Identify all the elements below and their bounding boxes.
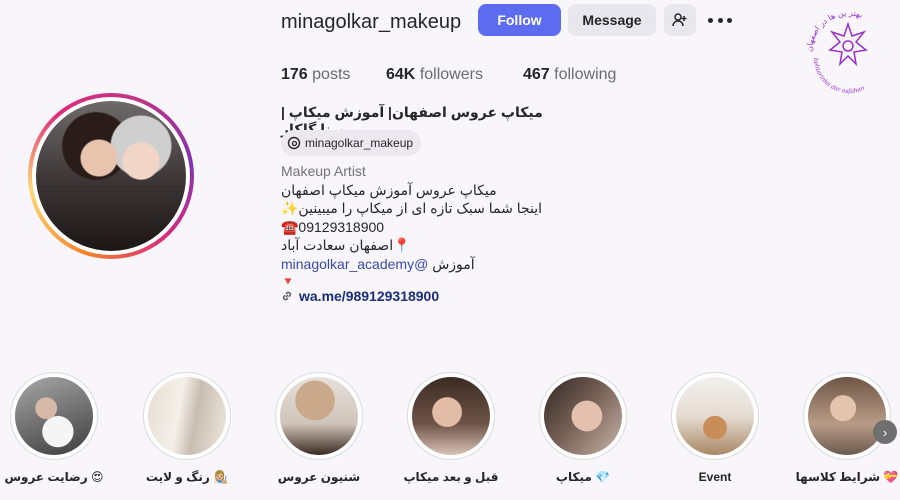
- highlight-cover: [280, 377, 358, 455]
- follow-button[interactable]: Follow: [478, 4, 561, 36]
- threads-handle: minagolkar_makeup: [305, 136, 414, 150]
- bio-line: اینجا شما سبک تازه ای از میکاپ را میبینی…: [281, 200, 543, 216]
- add-user-button[interactable]: [664, 4, 696, 36]
- bio-category: Makeup Artist: [281, 163, 366, 179]
- highlight-label: رضایت عروس 😍: [4, 470, 104, 484]
- highlight-cover: [808, 377, 886, 455]
- highlight-label: شرایط کلاسها 💝: [795, 470, 899, 484]
- stat-posts[interactable]: 176 posts: [281, 66, 350, 84]
- highlight-label: رنگ و لایت 👩🏼‍🎨: [145, 470, 229, 484]
- stat-following[interactable]: 467 following: [523, 66, 616, 84]
- profile-avatar[interactable]: [28, 93, 194, 259]
- bio-phone: ☎️09129318900: [281, 218, 385, 235]
- bio-text: Makeup Artist میکاپ عروس آموزش میکاپ اصف…: [281, 162, 542, 292]
- academy-mention-link[interactable]: @minagolkar_academy: [281, 256, 428, 272]
- avatar-image: [36, 101, 186, 251]
- more-options-icon[interactable]: [708, 12, 732, 28]
- highlight-label: میکاپ 💎: [555, 470, 611, 484]
- highlight-cover: [676, 377, 754, 455]
- highlight-item[interactable]: میکاپ 💎: [539, 372, 627, 484]
- highlight-item[interactable]: قبل و بعد میکاپ: [403, 372, 499, 484]
- username: minagolkar_makeup: [281, 11, 462, 33]
- watermark-logo: بهتر ین ها در اصفهان behtarinha dar esfa…: [805, 8, 868, 95]
- highlight-cover: [148, 377, 226, 455]
- highlight-cover: [15, 377, 93, 455]
- highlight-label: قبل و بعد میکاپ: [403, 470, 499, 484]
- external-link[interactable]: wa.me/989129318900: [281, 288, 439, 304]
- avatar-inner: [32, 97, 190, 255]
- highlight-cover: [544, 377, 622, 455]
- highlight-item[interactable]: Event: [671, 372, 759, 484]
- bio-line: میکاپ عروس آموزش میکاپ اصفهان: [281, 181, 497, 198]
- highlight-item[interactable]: رضایت عروس 😍: [4, 372, 104, 484]
- bio-text-fragment: آموزش: [432, 255, 475, 272]
- highlight-item[interactable]: رنگ و لایت 👩🏼‍🎨: [143, 372, 231, 484]
- highlight-label: شنیون عروس: [277, 470, 361, 484]
- svg-text:behtarinha dar esfahan: behtarinha dar esfahan: [812, 58, 866, 95]
- stat-followers[interactable]: 64K followers: [386, 66, 483, 84]
- message-button[interactable]: Message: [568, 4, 656, 36]
- highlight-label: Event: [698, 470, 732, 484]
- highlight-cover: [412, 377, 490, 455]
- person-plus-icon: [672, 13, 687, 27]
- highlight-item[interactable]: شنیون عروس: [275, 372, 363, 484]
- threads-badge[interactable]: minagolkar_makeup: [281, 130, 422, 156]
- link-icon: [282, 291, 292, 301]
- threads-icon: [287, 136, 301, 150]
- chevron-right-icon[interactable]: ›: [873, 420, 897, 444]
- bio-line: آموزش @minagolkar_academy: [281, 255, 542, 274]
- bio-location: 📍اصفهان سعادت آباد: [281, 237, 411, 253]
- link-text[interactable]: wa.me/989129318900: [299, 288, 439, 304]
